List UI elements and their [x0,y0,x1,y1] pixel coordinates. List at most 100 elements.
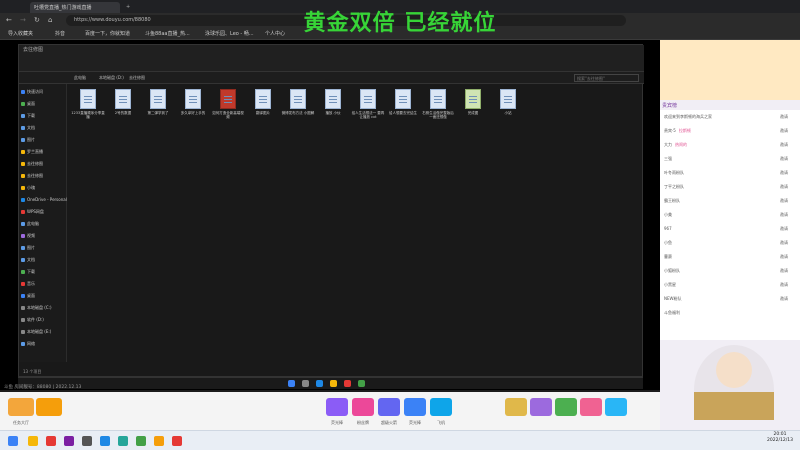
gift-button[interactable] [605,398,627,416]
nav-pane-item[interactable]: 文档 [27,257,35,263]
file-item[interactable]: 如何打造全新高端视频 [211,87,245,119]
bookmark-item[interactable]: 斗鱼88aa直播_热... [145,30,190,37]
chat-user[interactable]: NEW粉队 [664,296,681,301]
file-item[interactable]: 1233直播顺序分享直播 [71,87,105,119]
nav-pane-item[interactable]: 下载 [27,269,35,275]
home-icon[interactable]: ⌂ [48,16,52,24]
invite-button[interactable]: 邀请 [780,170,788,176]
chat-user[interactable]: 欢迎来到李斯顿的海兵之家 [664,114,712,119]
nav-pane-item[interactable]: 此电脑 [27,221,39,227]
nav-pane-item[interactable]: 去往修图 [27,161,43,167]
nav-pane-item[interactable]: 网络 [27,341,35,347]
nav-pane-item[interactable]: 桌面 [27,293,35,299]
wechat-icon[interactable] [136,436,146,446]
nav-pane-item[interactable]: OneDrive - Personal [27,197,67,202]
file-item[interactable]: 完成图 [456,87,490,115]
explorer-search-input[interactable]: 搜索"去往修图" [574,74,639,82]
nav-pane-item[interactable]: 下载 [27,113,35,119]
app-icon[interactable] [46,436,56,446]
bookmark-item[interactable]: 泳球乐园、Leo - 畅... [205,30,254,37]
nav-pane-item[interactable]: 视频 [27,233,35,239]
file-item[interactable]: 第二弹学到了 [141,87,175,115]
nav-pane-item[interactable]: 图片 [27,137,35,143]
gift-button[interactable] [555,398,577,416]
gift-button[interactable] [36,398,62,416]
gift-button[interactable] [430,398,452,416]
refresh-icon[interactable]: ↻ [34,16,40,24]
chat-user[interactable]: 贵宾·5 [664,128,676,133]
chat-user[interactable]: 小鱼 [664,240,672,245]
edge-icon[interactable] [100,436,110,446]
file-item[interactable]: 翻译图片 [246,87,280,115]
back-icon[interactable]: ← [6,16,12,24]
file-item[interactable]: 给人生活想法一 要再让播放 cxt [351,87,385,119]
invite-button[interactable]: 邀请 [780,142,788,148]
gift-button[interactable] [378,398,400,416]
invite-button[interactable]: 邀请 [780,268,788,274]
task-hall-button[interactable] [8,398,34,416]
invite-button[interactable]: 邀请 [780,296,788,302]
app-icon[interactable] [82,436,92,446]
gift-button[interactable] [326,398,348,416]
bookmark-item[interactable]: 导入收藏夹 [8,30,33,37]
chat-user[interactable]: 小狐粉队 [664,268,680,273]
gift-button[interactable] [352,398,374,416]
nav-pane-item[interactable]: 本地磁盘 (C:) [27,305,52,311]
file-item[interactable]: 2号的数据 [106,87,140,115]
invite-button[interactable]: 邀请 [780,114,788,120]
file-item[interactable]: 给人想要去完结生 [386,87,420,115]
chat-user[interactable]: 叶冬雨粉队 [664,170,684,175]
gift-button[interactable] [404,398,426,416]
file-item[interactable]: 小站 [491,87,525,115]
nav-pane-item[interactable]: 图片 [27,245,35,251]
chat-user[interactable]: 967 [664,226,672,231]
file-item[interactable]: 微博发布方法 小图解 [281,87,315,115]
breadcrumb-item[interactable]: 去往修图 [129,75,145,81]
chat-user[interactable]: 霸王粉队 [664,198,680,203]
chat-user[interactable]: 三强 [664,156,672,161]
chat-user[interactable]: 小黑星 [664,282,676,287]
nav-pane-item[interactable]: 去往修图 [27,173,43,179]
nav-pane-item[interactable]: 快速访问 [27,89,43,95]
nav-pane-item[interactable]: WPS网盘 [27,209,44,215]
invite-button[interactable]: 邀请 [780,198,788,204]
browser-tab-active[interactable]: 吐槽党直播_热门游戏直播 [30,2,120,13]
rank-tab[interactable]: 贵宾榜 [662,102,677,109]
invite-button[interactable]: 邀请 [780,128,788,134]
gift-button[interactable] [580,398,602,416]
file-item[interactable]: 多久拿好上手的 [176,87,210,115]
invite-button[interactable]: 邀请 [780,156,788,162]
gift-button[interactable] [505,398,527,416]
nav-pane-item[interactable]: 文档 [27,125,35,131]
invite-button[interactable]: 邀请 [780,184,788,190]
nav-pane-item[interactable]: 小瑰 [27,185,35,191]
chat-user[interactable]: 大力 [664,142,672,147]
nav-pane-item[interactable]: 软件 (D:) [27,317,44,323]
invite-button[interactable]: 邀请 [780,212,788,218]
nav-pane-item[interactable]: 音乐 [27,281,35,287]
nav-pane-item[interactable]: 桌面 [27,101,35,107]
chat-user[interactable]: 丁平之粉队 [664,184,684,189]
breadcrumb-item[interactable]: 本地磁盘 (D:) [99,75,124,81]
gift-button[interactable] [530,398,552,416]
file-item[interactable]: 播放 小伙 [316,87,350,115]
app-icon[interactable] [64,436,74,446]
chat-user[interactable]: 斗鱼福利 [664,310,680,315]
invite-button[interactable]: 邀请 [780,282,788,288]
breadcrumb-item[interactable]: 此电脑 [74,75,86,81]
chat-user[interactable]: 曹赛 [664,254,672,259]
invite-button[interactable]: 邀请 [780,226,788,232]
invite-button[interactable]: 邀请 [780,240,788,246]
app-icon[interactable] [154,436,164,446]
app-icon[interactable] [172,436,182,446]
file-item[interactable]: 右侧生活做完整版后一面还想做 [421,87,455,119]
new-tab-button[interactable]: + [122,2,132,13]
forward-icon[interactable]: → [20,16,26,24]
chat-user[interactable]: 小美 [664,212,672,217]
nav-pane-item[interactable]: 本地磁盘 (E:) [27,329,51,335]
bookmark-item[interactable]: 抖音 [55,30,65,37]
explorer-icon[interactable] [28,436,38,446]
app-icon[interactable] [118,436,128,446]
bookmark-item[interactable]: 百度一下，你就知道 [85,30,130,37]
nav-pane-item[interactable]: 罗兰直播 [27,149,43,155]
